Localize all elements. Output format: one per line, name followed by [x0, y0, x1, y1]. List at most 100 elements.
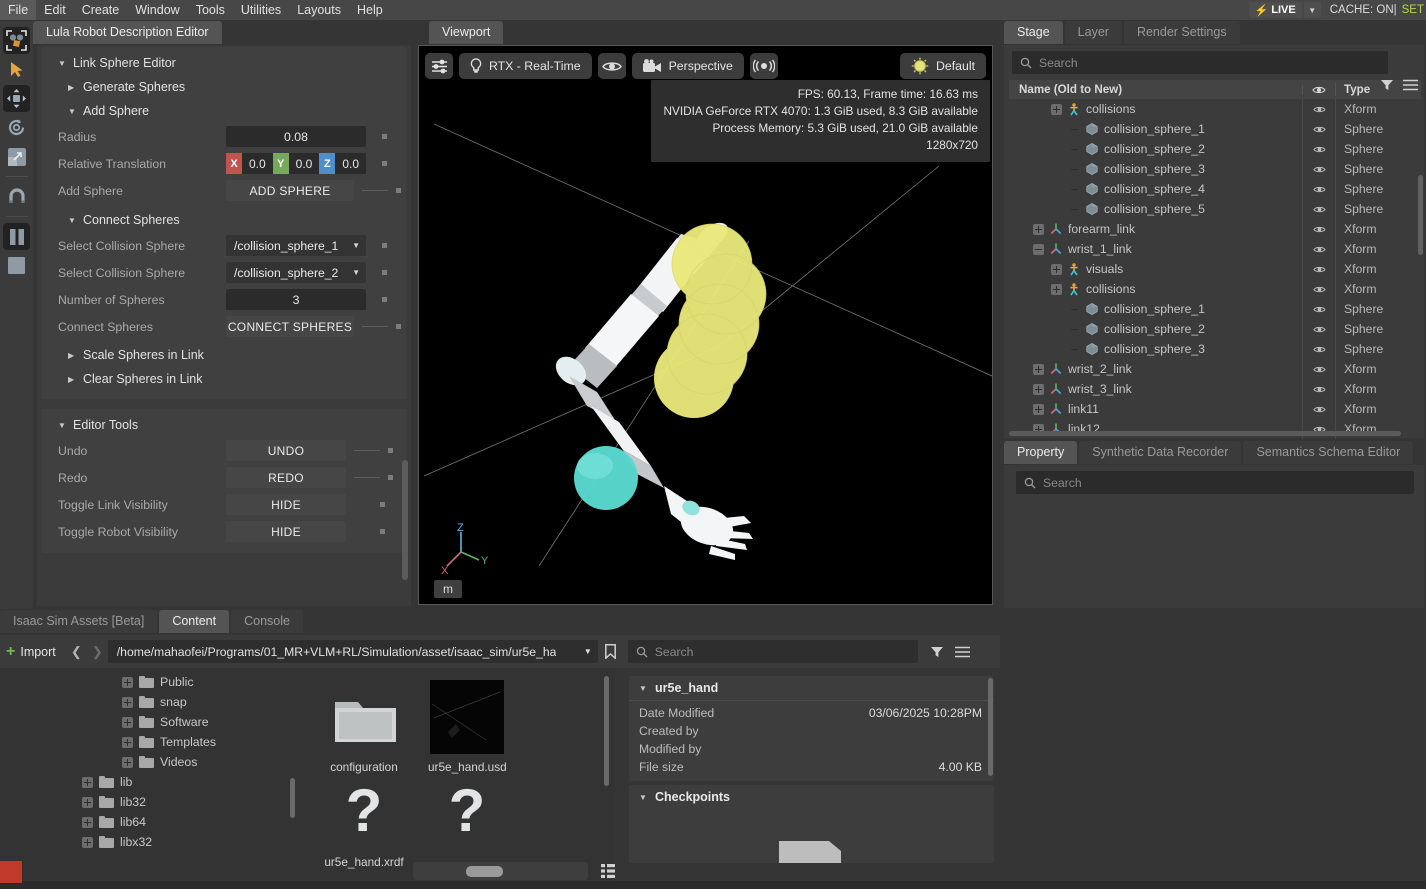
folder-tree-row[interactable]: libx32	[0, 832, 300, 852]
axis-gizmo[interactable]: Z Y X	[439, 522, 495, 580]
pause-icon[interactable]	[3, 223, 30, 250]
camera-selector[interactable]: Perspective	[631, 53, 744, 79]
bookmark-icon[interactable]	[598, 644, 624, 659]
filter-icon[interactable]	[1380, 78, 1394, 92]
stage-row-visibility-toggle[interactable]	[1302, 139, 1335, 159]
stage-row-visibility-toggle[interactable]	[1302, 299, 1335, 319]
menu-item-layouts[interactable]: Layouts	[289, 0, 349, 20]
folder-row-expander[interactable]	[122, 716, 133, 728]
folder-tree-row[interactable]: lib32	[0, 792, 300, 812]
speaker-icon[interactable]	[749, 53, 778, 79]
stage-tree-row[interactable]: collisions Xform	[1009, 279, 1421, 299]
stage-row-expander[interactable]	[1051, 263, 1062, 275]
select-collision-sphere-dropdown-2[interactable]: /collision_sphere_2 ▼	[226, 262, 366, 283]
sphere-1-reset-dot[interactable]	[382, 243, 387, 248]
folder-tree-row[interactable]: Software	[0, 712, 300, 732]
folder-row-expander[interactable]	[82, 776, 93, 788]
stage-row-visibility-toggle[interactable]	[1302, 119, 1335, 139]
folder-row-expander[interactable]	[122, 696, 133, 708]
add-sphere-button[interactable]: ADD SPHERE	[226, 180, 354, 201]
stage-row-expander[interactable]	[1069, 344, 1080, 355]
link-visibility-dot[interactable]	[380, 502, 385, 507]
file-info-header[interactable]: ▼ ur5e_hand	[629, 676, 994, 701]
stage-row-visibility-toggle[interactable]	[1302, 259, 1335, 279]
stage-tree-row[interactable]: collision_sphere_5 Sphere	[1009, 199, 1421, 219]
redo-button[interactable]: REDO	[226, 467, 346, 488]
stage-row-expander[interactable]	[1033, 403, 1044, 415]
sphere-2-reset-dot[interactable]	[382, 270, 387, 275]
folder-tree-row[interactable]: snap	[0, 692, 300, 712]
number-reset-dot[interactable]	[382, 297, 387, 302]
tab-stage[interactable]: Stage	[1004, 21, 1063, 44]
editor-tools-header[interactable]: ▼ Editor Tools	[42, 413, 406, 437]
stage-tree-row[interactable]: collision_sphere_2 Sphere	[1009, 139, 1421, 159]
stage-row-expander[interactable]	[1069, 304, 1080, 315]
translation-z-input[interactable]: 0.0	[335, 153, 367, 174]
grid-item-configuration[interactable]: configuration	[318, 680, 410, 775]
filter-icon-2[interactable]	[930, 645, 944, 659]
import-button[interactable]: + Import	[0, 643, 66, 659]
stage-tree-row[interactable]: collision_sphere_4 Sphere	[1009, 179, 1421, 199]
path-dropdown-icon[interactable]: ▼	[584, 647, 592, 656]
folder-tree-row[interactable]: Public	[0, 672, 300, 692]
menu-item-utilities[interactable]: Utilities	[233, 0, 289, 20]
property-search-input[interactable]: Search	[1016, 471, 1414, 494]
live-dropdown-button[interactable]: ▼	[1303, 2, 1321, 18]
options-menu-icon-2[interactable]	[954, 646, 970, 658]
rotate-tool-icon[interactable]	[3, 114, 30, 141]
nav-forward-icon[interactable]: ❯	[87, 644, 108, 660]
stage-row-expander[interactable]	[1051, 103, 1062, 115]
stage-tree-row[interactable]: wrist_1_link Xform	[1009, 239, 1421, 259]
robot-visibility-dot[interactable]	[380, 529, 385, 534]
toggle-link-visibility-button[interactable]: HIDE	[226, 494, 346, 515]
menu-item-edit[interactable]: Edit	[36, 0, 74, 20]
stage-tree-row[interactable]: wrist_2_link Xform	[1009, 359, 1421, 379]
tab-synthetic-data-recorder[interactable]: Synthetic Data Recorder	[1079, 441, 1242, 464]
stage-row-expander[interactable]	[1069, 324, 1080, 335]
folder-row-expander[interactable]	[122, 756, 133, 768]
generate-spheres-header[interactable]: ▶ Generate Spheres	[42, 75, 406, 99]
stage-row-expander[interactable]	[1033, 223, 1044, 235]
tab-content[interactable]: Content	[159, 610, 230, 633]
sliders-icon[interactable]	[425, 53, 453, 79]
stage-row-visibility-toggle[interactable]	[1302, 419, 1335, 439]
tab-console[interactable]: Console	[231, 610, 303, 633]
stage-tree-row[interactable]: collision_sphere_3 Sphere	[1009, 159, 1421, 179]
stage-row-visibility-toggle[interactable]	[1302, 339, 1335, 359]
lighting-selector[interactable]: Default	[900, 53, 986, 79]
scale-spheres-header[interactable]: ▶ Scale Spheres in Link	[42, 340, 406, 367]
tab-isaac-sim-assets[interactable]: Isaac Sim Assets [Beta]	[0, 610, 158, 633]
translation-x-input[interactable]: 0.0	[242, 153, 273, 174]
stage-row-visibility-toggle[interactable]	[1302, 179, 1335, 199]
menu-item-window[interactable]: Window	[127, 0, 187, 20]
add-sphere-reset-dot[interactable]	[396, 188, 401, 193]
checkpoints-header[interactable]: ▼ Checkpoints	[629, 785, 994, 809]
translation-y-input[interactable]: 0.0	[288, 153, 320, 174]
stage-tree-row[interactable]: link11 Xform	[1009, 399, 1421, 419]
redo-dot[interactable]	[388, 475, 393, 480]
stage-tree-row[interactable]: link12 Xform	[1009, 419, 1421, 439]
folder-row-expander[interactable]	[82, 836, 93, 848]
stage-row-visibility-toggle[interactable]	[1302, 359, 1335, 379]
detail-panel-scrollbar[interactable]	[988, 678, 993, 776]
folder-tree-row[interactable]: lib	[0, 772, 300, 792]
number-of-spheres-input[interactable]: 3	[226, 289, 366, 310]
stage-row-visibility-toggle[interactable]	[1302, 159, 1335, 179]
file-grid-scrollbar[interactable]	[604, 676, 609, 786]
stage-row-expander[interactable]	[1069, 164, 1080, 175]
renderer-selector[interactable]: RTX - Real-Time	[459, 53, 592, 79]
stage-tree-row[interactable]: visuals Xform	[1009, 259, 1421, 279]
stage-row-visibility-toggle[interactable]	[1302, 319, 1335, 339]
folder-row-expander[interactable]	[82, 796, 93, 808]
stage-row-expander[interactable]	[1069, 144, 1080, 155]
lula-scrollbar[interactable]	[402, 460, 408, 580]
stage-row-expander[interactable]	[1033, 383, 1044, 395]
radius-reset-dot[interactable]	[382, 134, 387, 139]
eye-icon[interactable]	[597, 53, 626, 79]
move-tool-icon[interactable]	[3, 85, 30, 112]
stage-tree-row[interactable]: collision_sphere_2 Sphere	[1009, 319, 1421, 339]
path-input[interactable]: /home/mahaofei/Programs/01_MR+VLM+RL/Sim…	[107, 640, 598, 663]
stage-tree-row[interactable]: collisions Xform	[1009, 99, 1421, 119]
stage-column-name[interactable]: Name (Old to New)	[1009, 83, 1302, 96]
grid-item-ur5e-hand-usd[interactable]: ur5e_hand.usd	[421, 680, 513, 775]
